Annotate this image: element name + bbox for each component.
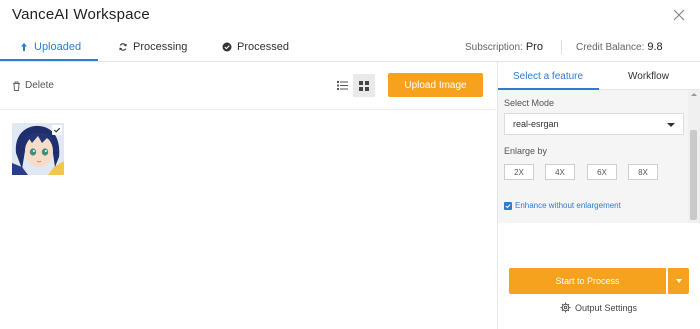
scroll-up-icon [691, 93, 697, 96]
chevron-down-icon [675, 279, 682, 283]
feature-tabs: Select a feature Workflow [498, 62, 700, 90]
subscription-label: Subscription: [465, 41, 523, 53]
start-options-dropdown[interactable] [668, 268, 689, 294]
upload-image-button[interactable]: Upload Image [388, 73, 483, 97]
output-settings-button[interactable]: Output Settings [560, 302, 637, 313]
subscription-info: Subscription: Pro [465, 32, 543, 62]
tab-workflow[interactable]: Workflow [628, 62, 669, 90]
tab-label: Uploaded [34, 41, 82, 53]
output-settings-label: Output Settings [575, 302, 638, 313]
tab-uploaded[interactable]: Uploaded [19, 32, 81, 62]
credit-value: 9.8 [647, 41, 663, 53]
image-thumbnail[interactable] [12, 123, 64, 175]
mode-value: real-esrgan [513, 119, 559, 129]
tab-processed[interactable]: Processed [222, 32, 289, 62]
grid-view-icon[interactable] [353, 74, 375, 97]
subscription-value: Pro [525, 41, 543, 53]
select-checkbox[interactable] [52, 125, 62, 135]
mode-select[interactable]: real-esrgan [504, 113, 684, 135]
delete-label: Delete [25, 80, 54, 91]
app-title: VanceAI Workspace [12, 6, 150, 23]
select-mode-label: Select Mode [504, 98, 555, 108]
tab-label: Processed [237, 41, 289, 53]
tab-select-feature[interactable]: Select a feature [513, 62, 583, 90]
start-to-process-button[interactable]: Start to Process [509, 268, 666, 294]
scale-2x-button[interactable]: 2X [504, 164, 534, 180]
list-view-icon[interactable] [331, 74, 353, 97]
gear-icon [560, 302, 571, 313]
credit-balance: Credit Balance: 9.8 [576, 32, 663, 62]
refresh-icon [118, 42, 128, 52]
chevron-down-icon [667, 123, 675, 127]
check-circle-icon [222, 42, 232, 52]
scale-6x-button[interactable]: 6X [587, 164, 617, 180]
feature-panel: Select a feature Workflow Select Mode re… [497, 62, 700, 329]
scale-8x-button[interactable]: 8X [628, 164, 658, 180]
scroll-thumb[interactable] [690, 130, 697, 220]
checkbox-checked-icon [504, 201, 512, 210]
enhance-label: Enhance without enlargement [515, 201, 621, 210]
tab-processing[interactable]: Processing [118, 32, 187, 62]
tab-label: Processing [133, 41, 188, 53]
feature-settings: Select Mode real-esrgan Enlarge by 2X 4X… [498, 90, 688, 223]
enlarge-label: Enlarge by [504, 146, 548, 156]
title-bar: VanceAI Workspace [0, 0, 700, 32]
main-tabs: Uploaded Processing Processed Subscripti… [0, 32, 700, 62]
enhance-without-enlargement-checkbox[interactable]: Enhance without enlargement [504, 201, 621, 210]
divider [561, 40, 562, 54]
active-tab-indicator [0, 59, 98, 61]
upload-arrow-icon [19, 42, 29, 52]
delete-button[interactable]: Delete [12, 80, 54, 91]
settings-scrollbar[interactable] [688, 90, 700, 223]
scale-4x-button[interactable]: 4X [545, 164, 575, 180]
trash-icon [13, 81, 20, 91]
close-icon[interactable] [672, 8, 686, 22]
credit-label: Credit Balance: [576, 41, 645, 53]
view-toggle [331, 74, 375, 97]
